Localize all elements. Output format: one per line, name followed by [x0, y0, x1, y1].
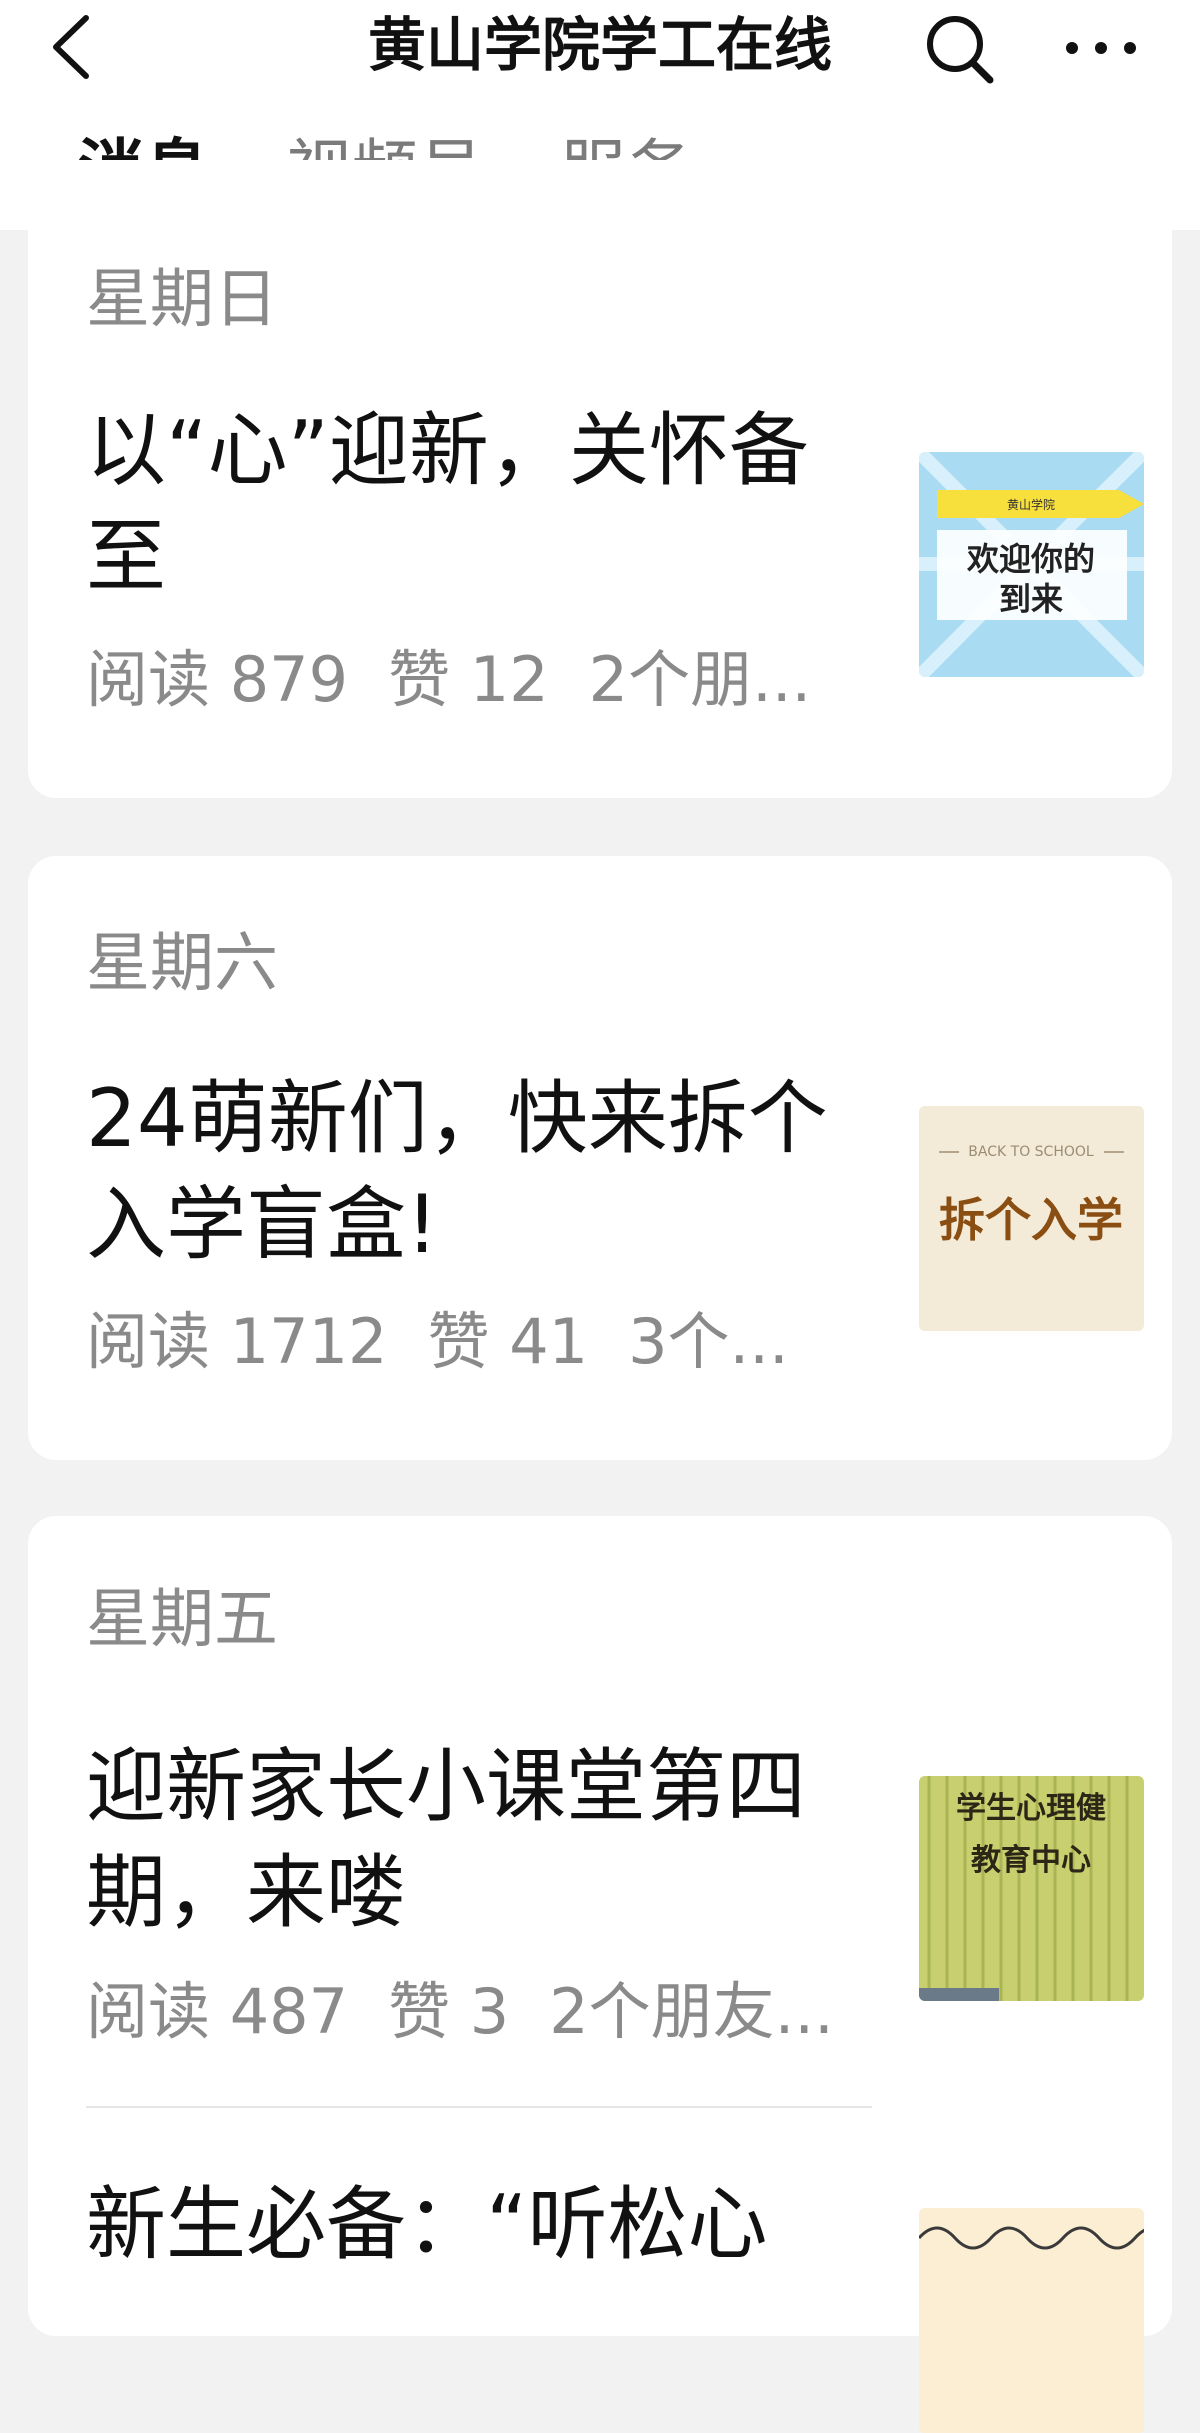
thumb-text: 拆个入学 [939, 1193, 1123, 1247]
read-count: 阅读 879 [86, 643, 349, 716]
article-title: 24萌新们，快来拆个入学盲盒! [86, 1072, 828, 1271]
article-item[interactable]: 新生必备：“听松心 [86, 2172, 1144, 2433]
article-title: 迎新家长小课堂第四期，来喽 [86, 1740, 806, 1939]
article-thumbnail: BACK TO SCHOOL 拆个入学 [919, 1106, 1144, 1331]
search-button[interactable] [920, 8, 1000, 88]
article-item[interactable]: 以“心”迎新，关怀备至 阅读 879 赞 12 2个朋... 黄山学院 欢迎你的 到… [86, 398, 1144, 716]
article-meta: 阅读 1712 赞 41 3个... [86, 1302, 876, 1382]
thumb-text: 黄山学院 [1007, 497, 1055, 512]
friends-read: 3个... [628, 1305, 789, 1378]
thumb-text: BACK TO SCHOOL [968, 1144, 1094, 1160]
article-thumbnail: 黄山学院 欢迎你的 到来 [919, 452, 1144, 677]
thumb-text: 学生心理健 [956, 1791, 1106, 1826]
read-count: 阅读 487 [86, 1975, 349, 2048]
article-divider [86, 2106, 872, 2108]
article-title: 新生必备：“听松心 [86, 2178, 768, 2271]
article-title: 以“心”迎新，关怀备至 [86, 404, 809, 603]
more-horizontal-icon [1066, 42, 1136, 54]
day-card-saturday: 星期六 24萌新们，快来拆个入学盲盒! 阅读 1712 赞 41 3个... BAC… [28, 856, 1172, 1460]
day-card-friday: 星期五 迎新家长小课堂第四期，来喽 阅读 487 赞 3 2个朋友... 学生心理健… [28, 1516, 1172, 2433]
article-thumbnail [919, 2208, 1144, 2433]
date-label: 星期五 [86, 1583, 278, 1657]
thumb-text: 到来 [999, 580, 1063, 618]
friends-read: 2个朋友... [549, 1975, 834, 2048]
chevron-left-icon [53, 15, 89, 79]
thumb-text: 教育中心 [971, 1843, 1091, 1878]
thumb-text: 欢迎你的 [966, 540, 1095, 578]
like-count: 赞 12 [388, 643, 549, 716]
article-meta: 阅读 487 赞 3 2个朋友... [86, 1972, 876, 2052]
article-thumbnail: 学生心理健 教育中心 [919, 1776, 1144, 2001]
date-label: 星期日 [86, 263, 278, 337]
like-count: 赞 41 [427, 1305, 589, 1378]
article-item[interactable]: 迎新家长小课堂第四期，来喽 阅读 487 赞 3 2个朋友... 学生心理健 教育中… [86, 1734, 1144, 2048]
read-count: 阅读 1712 [86, 1305, 388, 1378]
date-label: 星期六 [86, 927, 278, 1001]
account-title: 黄山学院学工在线 [367, 11, 832, 79]
more-button[interactable] [1064, 18, 1138, 78]
article-meta: 阅读 879 赞 12 2个朋... [86, 640, 876, 720]
back-button[interactable] [44, 12, 100, 82]
search-icon [927, 16, 994, 84]
article-item[interactable]: 24萌新们，快来拆个入学盲盒! 阅读 1712 赞 41 3个... BACK TO… [86, 1066, 1144, 1378]
friends-read: 2个朋... [588, 643, 812, 716]
day-card-sunday: 星期日 以“心”迎新，关怀备至 阅读 879 赞 12 2个朋... 黄山学院 欢迎… [28, 160, 1172, 798]
like-count: 赞 3 [388, 1975, 510, 2048]
